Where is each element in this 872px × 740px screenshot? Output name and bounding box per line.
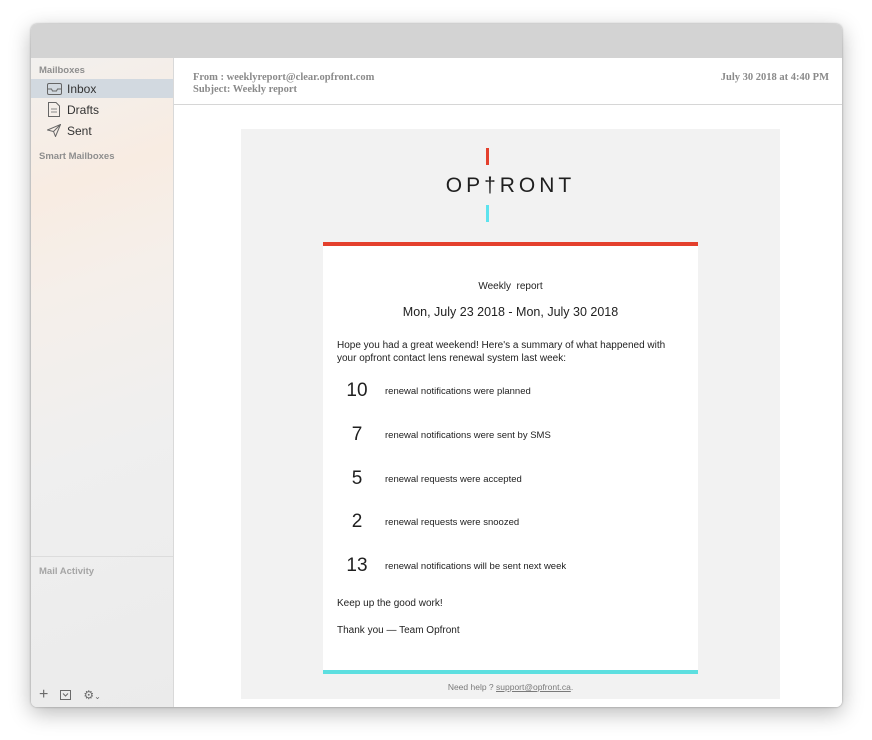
- add-icon[interactable]: +: [39, 687, 48, 703]
- gear-icon[interactable]: ⚙⌄: [83, 688, 100, 702]
- help-suffix: .: [570, 682, 574, 692]
- report-title: Weekly report: [478, 281, 543, 292]
- sidebar-item-drafts[interactable]: Drafts: [31, 100, 173, 119]
- stat-text: renewal notifications will be sent next …: [385, 560, 567, 572]
- stat-number: 7: [351, 424, 363, 445]
- sidebar-item-label: Inbox: [67, 81, 97, 96]
- stat-text: renewal requests were snoozed: [385, 516, 520, 528]
- drafts-icon: [46, 102, 62, 118]
- stat-text: renewal notifications were planned: [385, 385, 531, 397]
- stat-number: 10: [346, 380, 368, 401]
- mailbox-icon[interactable]: [60, 687, 72, 703]
- stat-row: 5 renewal requests were accepted: [337, 467, 687, 491]
- date-range: Mon, July 23 2018 - Mon, July 30 2018: [402, 305, 619, 319]
- stat-row: 13 renewal notifications will be sent ne…: [337, 554, 687, 578]
- stat-row: 2 renewal requests were snoozed: [337, 510, 687, 534]
- sidebar-toolbar: + ⚙⌄: [39, 687, 101, 703]
- email-body: OP†RONT Weekly report Mon, July 23 2018 …: [241, 129, 780, 699]
- message-header: From : weeklyreport@clear.opfront.com Su…: [174, 58, 842, 105]
- mail-activity-heading: Mail Activity: [39, 566, 95, 577]
- sidebar-item-inbox[interactable]: Inbox: [31, 79, 173, 98]
- subject-line: Subject: Weekly report: [193, 84, 298, 95]
- message-pane: From : weeklyreport@clear.opfront.com Su…: [174, 58, 842, 707]
- title-bar[interactable]: [31, 24, 842, 58]
- stat-text: renewal requests were accepted: [385, 473, 522, 485]
- message-date: July 30 2018 at 4:40 PM: [720, 72, 829, 83]
- help-footer: Need help ? support@opfront.ca.: [241, 682, 780, 692]
- mail-window: Mailboxes Inbox Drafts Sent Smart Mailbo…: [31, 24, 842, 707]
- intro-text: Hope you had a great weekend! Here's a s…: [337, 340, 666, 364]
- smart-mailboxes-heading: Smart Mailboxes: [39, 151, 115, 162]
- stat-row: 10 renewal notifications were planned: [337, 379, 687, 403]
- stat-number: 2: [351, 511, 363, 532]
- from-line: From : weeklyreport@clear.opfront.com: [193, 72, 375, 83]
- stat-number: 5: [351, 468, 363, 489]
- support-email-link[interactable]: support@opfront.ca: [496, 682, 571, 692]
- report-card: Weekly report Mon, July 23 2018 - Mon, J…: [323, 242, 698, 674]
- opfront-logo: OP†RONT: [445, 174, 576, 197]
- sidebar-item-label: Drafts: [67, 102, 100, 117]
- help-prefix: Need help ?: [447, 682, 497, 692]
- mailboxes-heading: Mailboxes: [39, 65, 85, 76]
- signoff-text: Thank you — Team Opfront: [337, 625, 460, 636]
- closing-text: Keep up the good work!: [337, 598, 443, 609]
- logo-cyan-bar: [486, 205, 489, 222]
- stat-number: 13: [346, 555, 368, 576]
- logo-red-bar: [486, 148, 489, 165]
- sidebar-item-sent[interactable]: Sent: [31, 121, 173, 140]
- inbox-icon: [46, 81, 62, 97]
- sidebar-divider: [31, 556, 173, 557]
- sent-icon: [46, 123, 62, 139]
- stat-text: renewal notifications were sent by SMS: [385, 429, 551, 441]
- sidebar-item-label: Sent: [67, 123, 92, 138]
- sidebar: Mailboxes Inbox Drafts Sent Smart Mailbo…: [31, 58, 174, 707]
- stat-row: 7 renewal notifications were sent by SMS: [337, 423, 687, 447]
